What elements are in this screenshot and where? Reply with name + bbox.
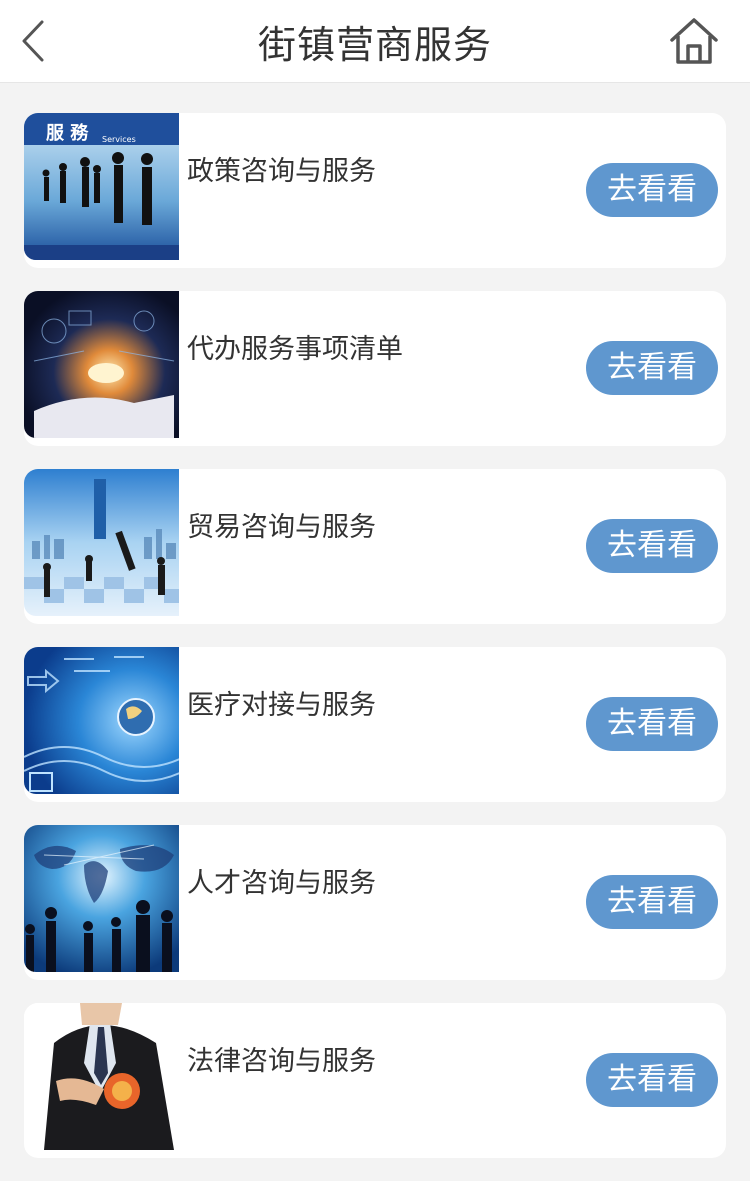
agency-service-thumbnail: [24, 291, 179, 438]
service-card-policy[interactable]: 服 務 Services 政策咨询与服务 去看看: [24, 113, 726, 268]
policy-service-thumbnail: 服 務 Services: [24, 113, 179, 260]
view-button[interactable]: 去看看: [586, 163, 718, 217]
service-card-trade[interactable]: 贸易咨询与服务 去看看: [24, 469, 726, 624]
home-icon: [670, 18, 718, 64]
page-title: 街镇营商服务: [257, 23, 492, 67]
talent-service-thumbnail: [24, 825, 179, 972]
view-button[interactable]: 去看看: [586, 341, 718, 395]
legal-service-thumbnail: [24, 1003, 179, 1150]
view-button[interactable]: 去看看: [586, 697, 718, 751]
service-title: 政策咨询与服务: [187, 156, 376, 187]
service-title: 贸易咨询与服务: [187, 512, 376, 543]
service-title: 代办服务事项清单: [187, 334, 403, 365]
thumbnail-badge: 服 務: [46, 122, 89, 144]
home-button[interactable]: [668, 16, 720, 66]
top-navigation-bar: 街镇营商服务: [0, 0, 750, 83]
view-button[interactable]: 去看看: [586, 875, 718, 929]
medical-service-thumbnail: [24, 647, 179, 794]
service-title: 医疗对接与服务: [187, 690, 376, 721]
service-list: 服 務 Services 政策咨询与服务 去看看 代办服务事项清单 去看看 贸易…: [24, 113, 726, 1181]
thumbnail-badge-sub: Services: [102, 135, 136, 144]
service-title: 法律咨询与服务: [187, 1046, 376, 1077]
service-card-legal[interactable]: 法律咨询与服务 去看看: [24, 1003, 726, 1158]
service-card-talent[interactable]: 人才咨询与服务 去看看: [24, 825, 726, 980]
service-card-medical[interactable]: 医疗对接与服务 去看看: [24, 647, 726, 802]
service-card-agency[interactable]: 代办服务事项清单 去看看: [24, 291, 726, 446]
view-button[interactable]: 去看看: [586, 519, 718, 573]
view-button[interactable]: 去看看: [586, 1053, 718, 1107]
service-title: 人才咨询与服务: [187, 868, 376, 899]
trade-service-thumbnail: [24, 469, 179, 616]
